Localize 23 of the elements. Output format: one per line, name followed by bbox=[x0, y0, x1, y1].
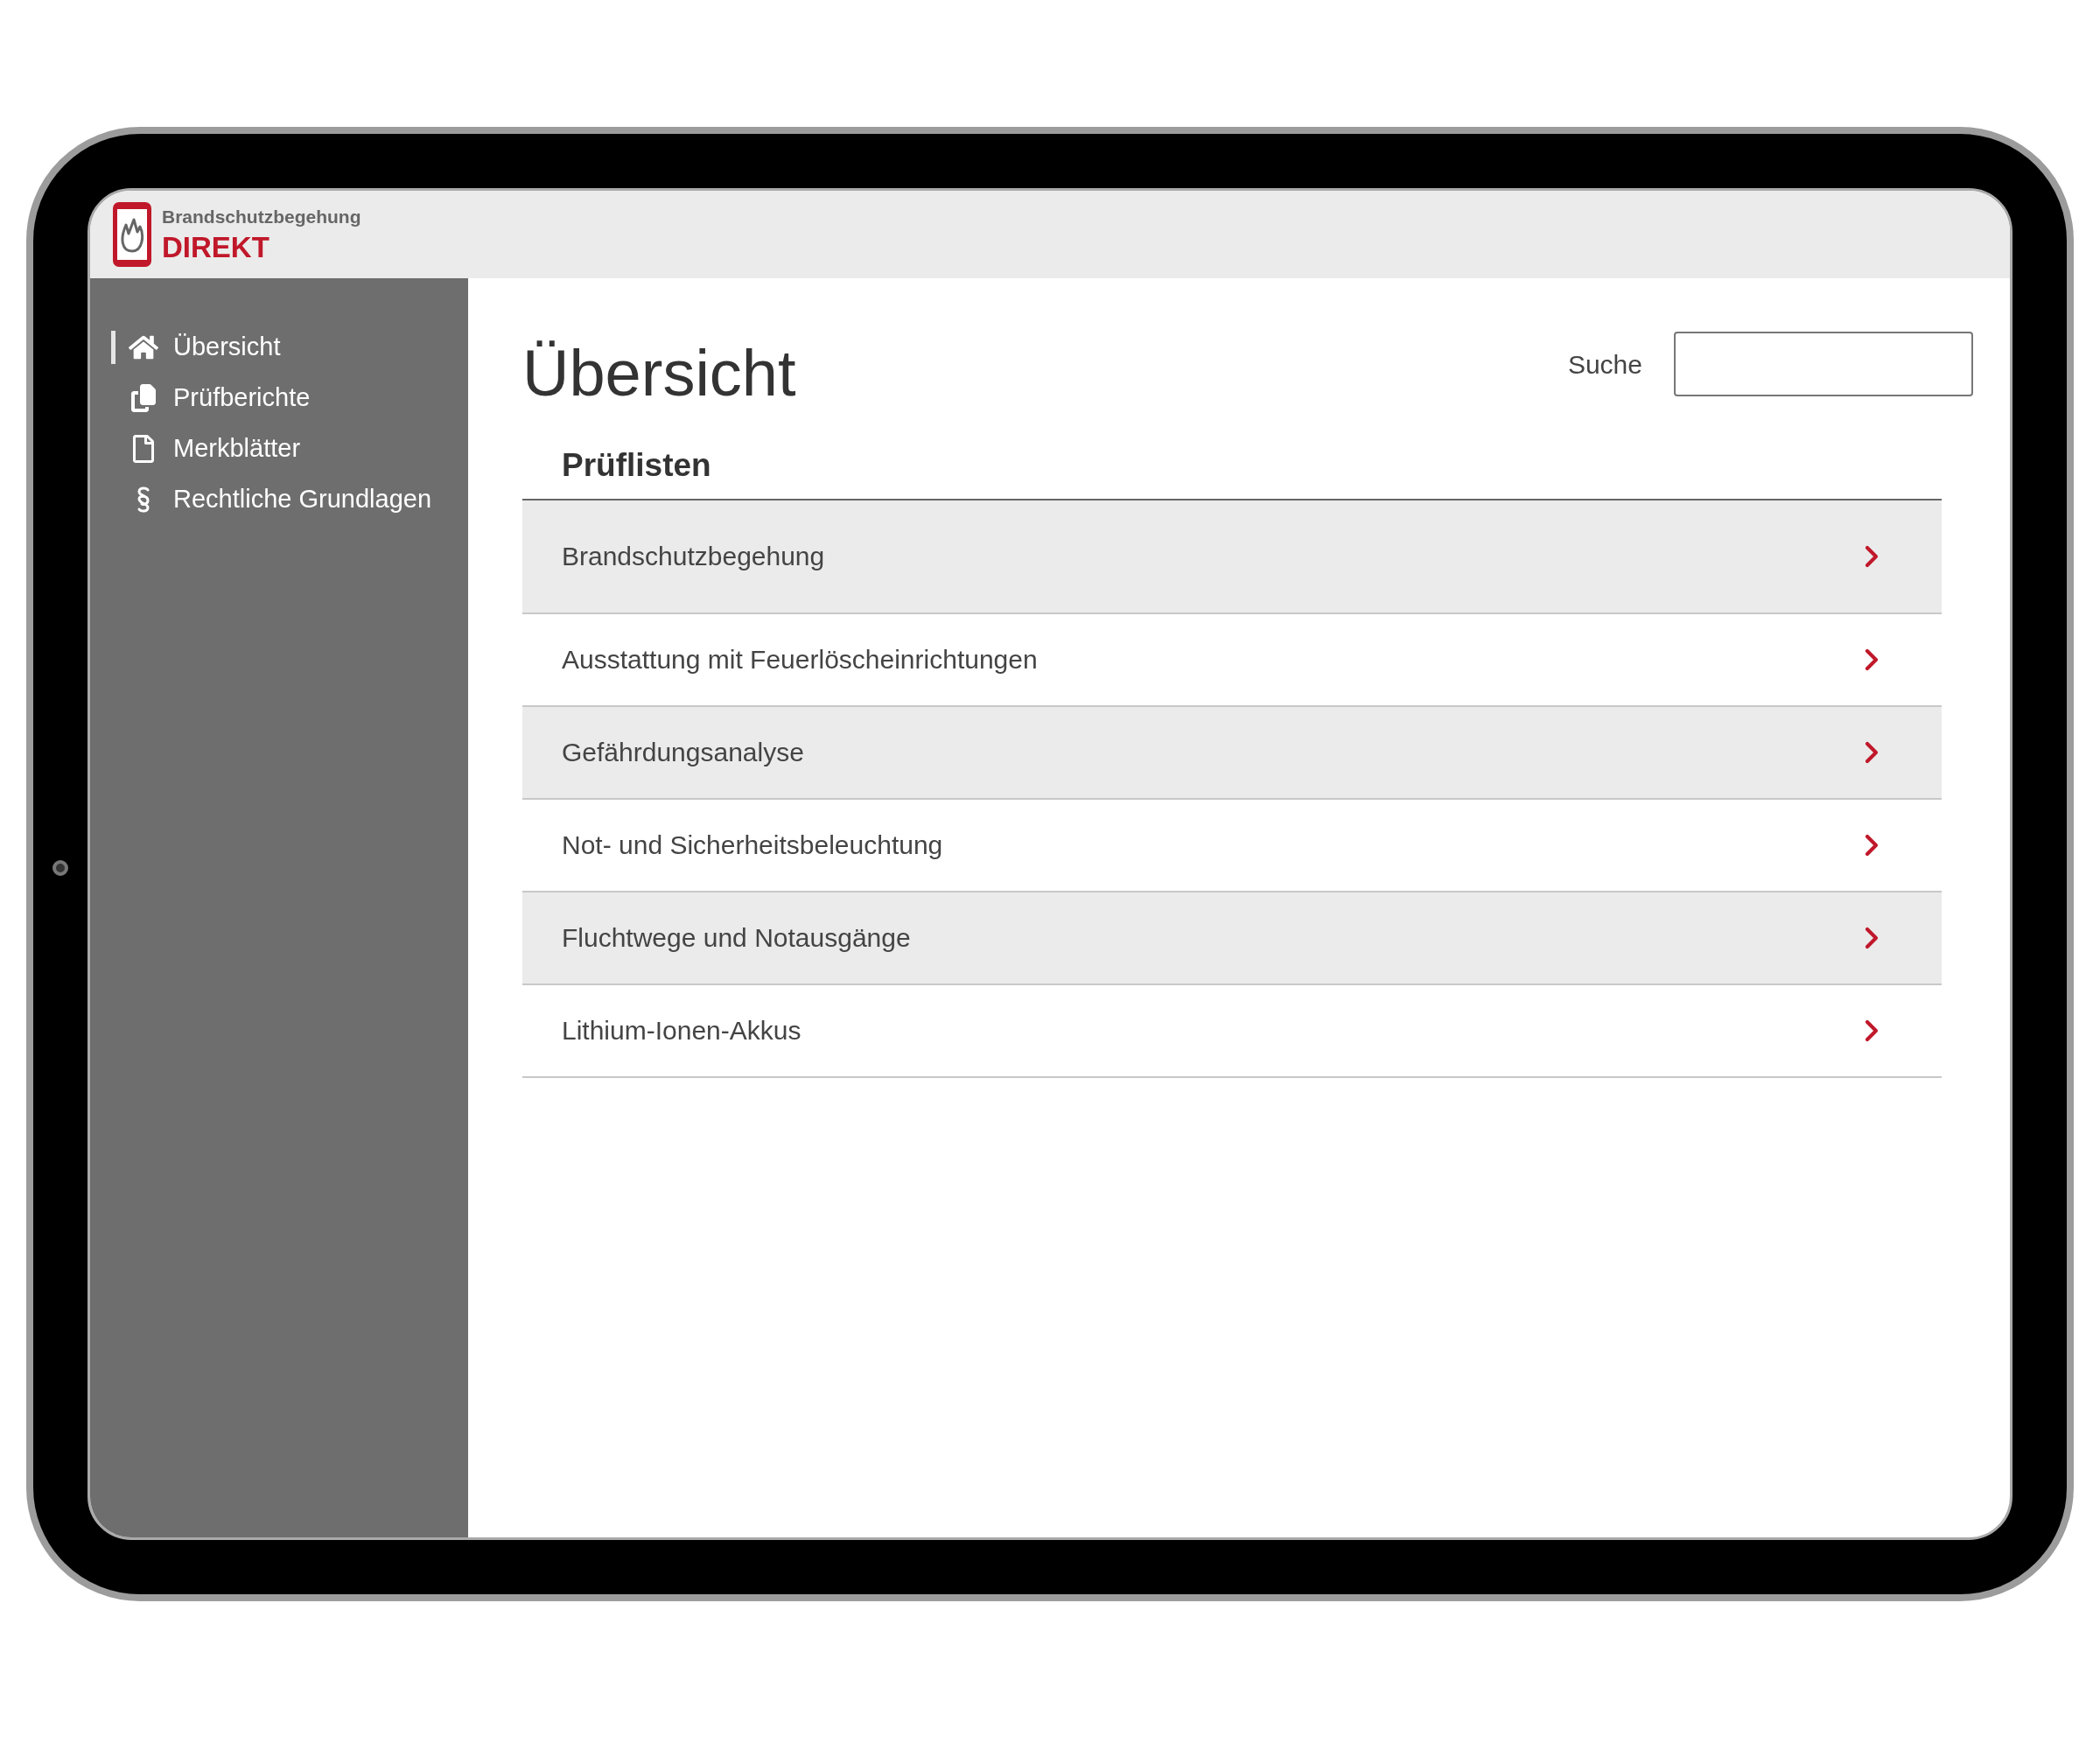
fire-logo-icon bbox=[111, 200, 153, 269]
row-label: Fluchtwege und Notausgänge bbox=[562, 922, 911, 954]
row-label: Lithium-Ionen-Akkus bbox=[562, 1015, 802, 1046]
documents-icon bbox=[130, 384, 157, 412]
section-title: Prüflisten bbox=[562, 446, 712, 485]
camera-icon bbox=[52, 860, 68, 876]
page-title: Übersicht bbox=[522, 341, 796, 406]
row-label: Brandschutzbegehung bbox=[562, 541, 825, 572]
list-row[interactable]: Brandschutzbegehung bbox=[522, 500, 1942, 614]
sidebar-item[interactable]: Rechtliche Grundlagen bbox=[111, 483, 431, 516]
list-row[interactable]: Gefährdungsanalyse bbox=[522, 706, 1942, 800]
row-label: Gefährdungsanalyse bbox=[562, 737, 804, 768]
search-field[interactable] bbox=[1674, 332, 1973, 396]
sidebar-item[interactable]: Merkblätter bbox=[111, 432, 301, 466]
file-icon bbox=[131, 435, 156, 463]
row-label: Not- und Sicherheitsbeleuchtung bbox=[562, 830, 943, 861]
search-label: Suche bbox=[1567, 348, 1642, 381]
sidebar-item[interactable]: Prüfberichte bbox=[111, 382, 311, 415]
sidebar-item[interactable]: Übersicht bbox=[111, 331, 281, 364]
brand-subtitle: Brandschutzbegehung bbox=[162, 207, 361, 226]
brand-name: DIREKT bbox=[162, 233, 270, 262]
list-row[interactable]: Fluchtwege und Notausgänge bbox=[522, 892, 1942, 985]
row-label: Ausstattung mit Feuerlöscheinrichtungen bbox=[562, 644, 1038, 676]
